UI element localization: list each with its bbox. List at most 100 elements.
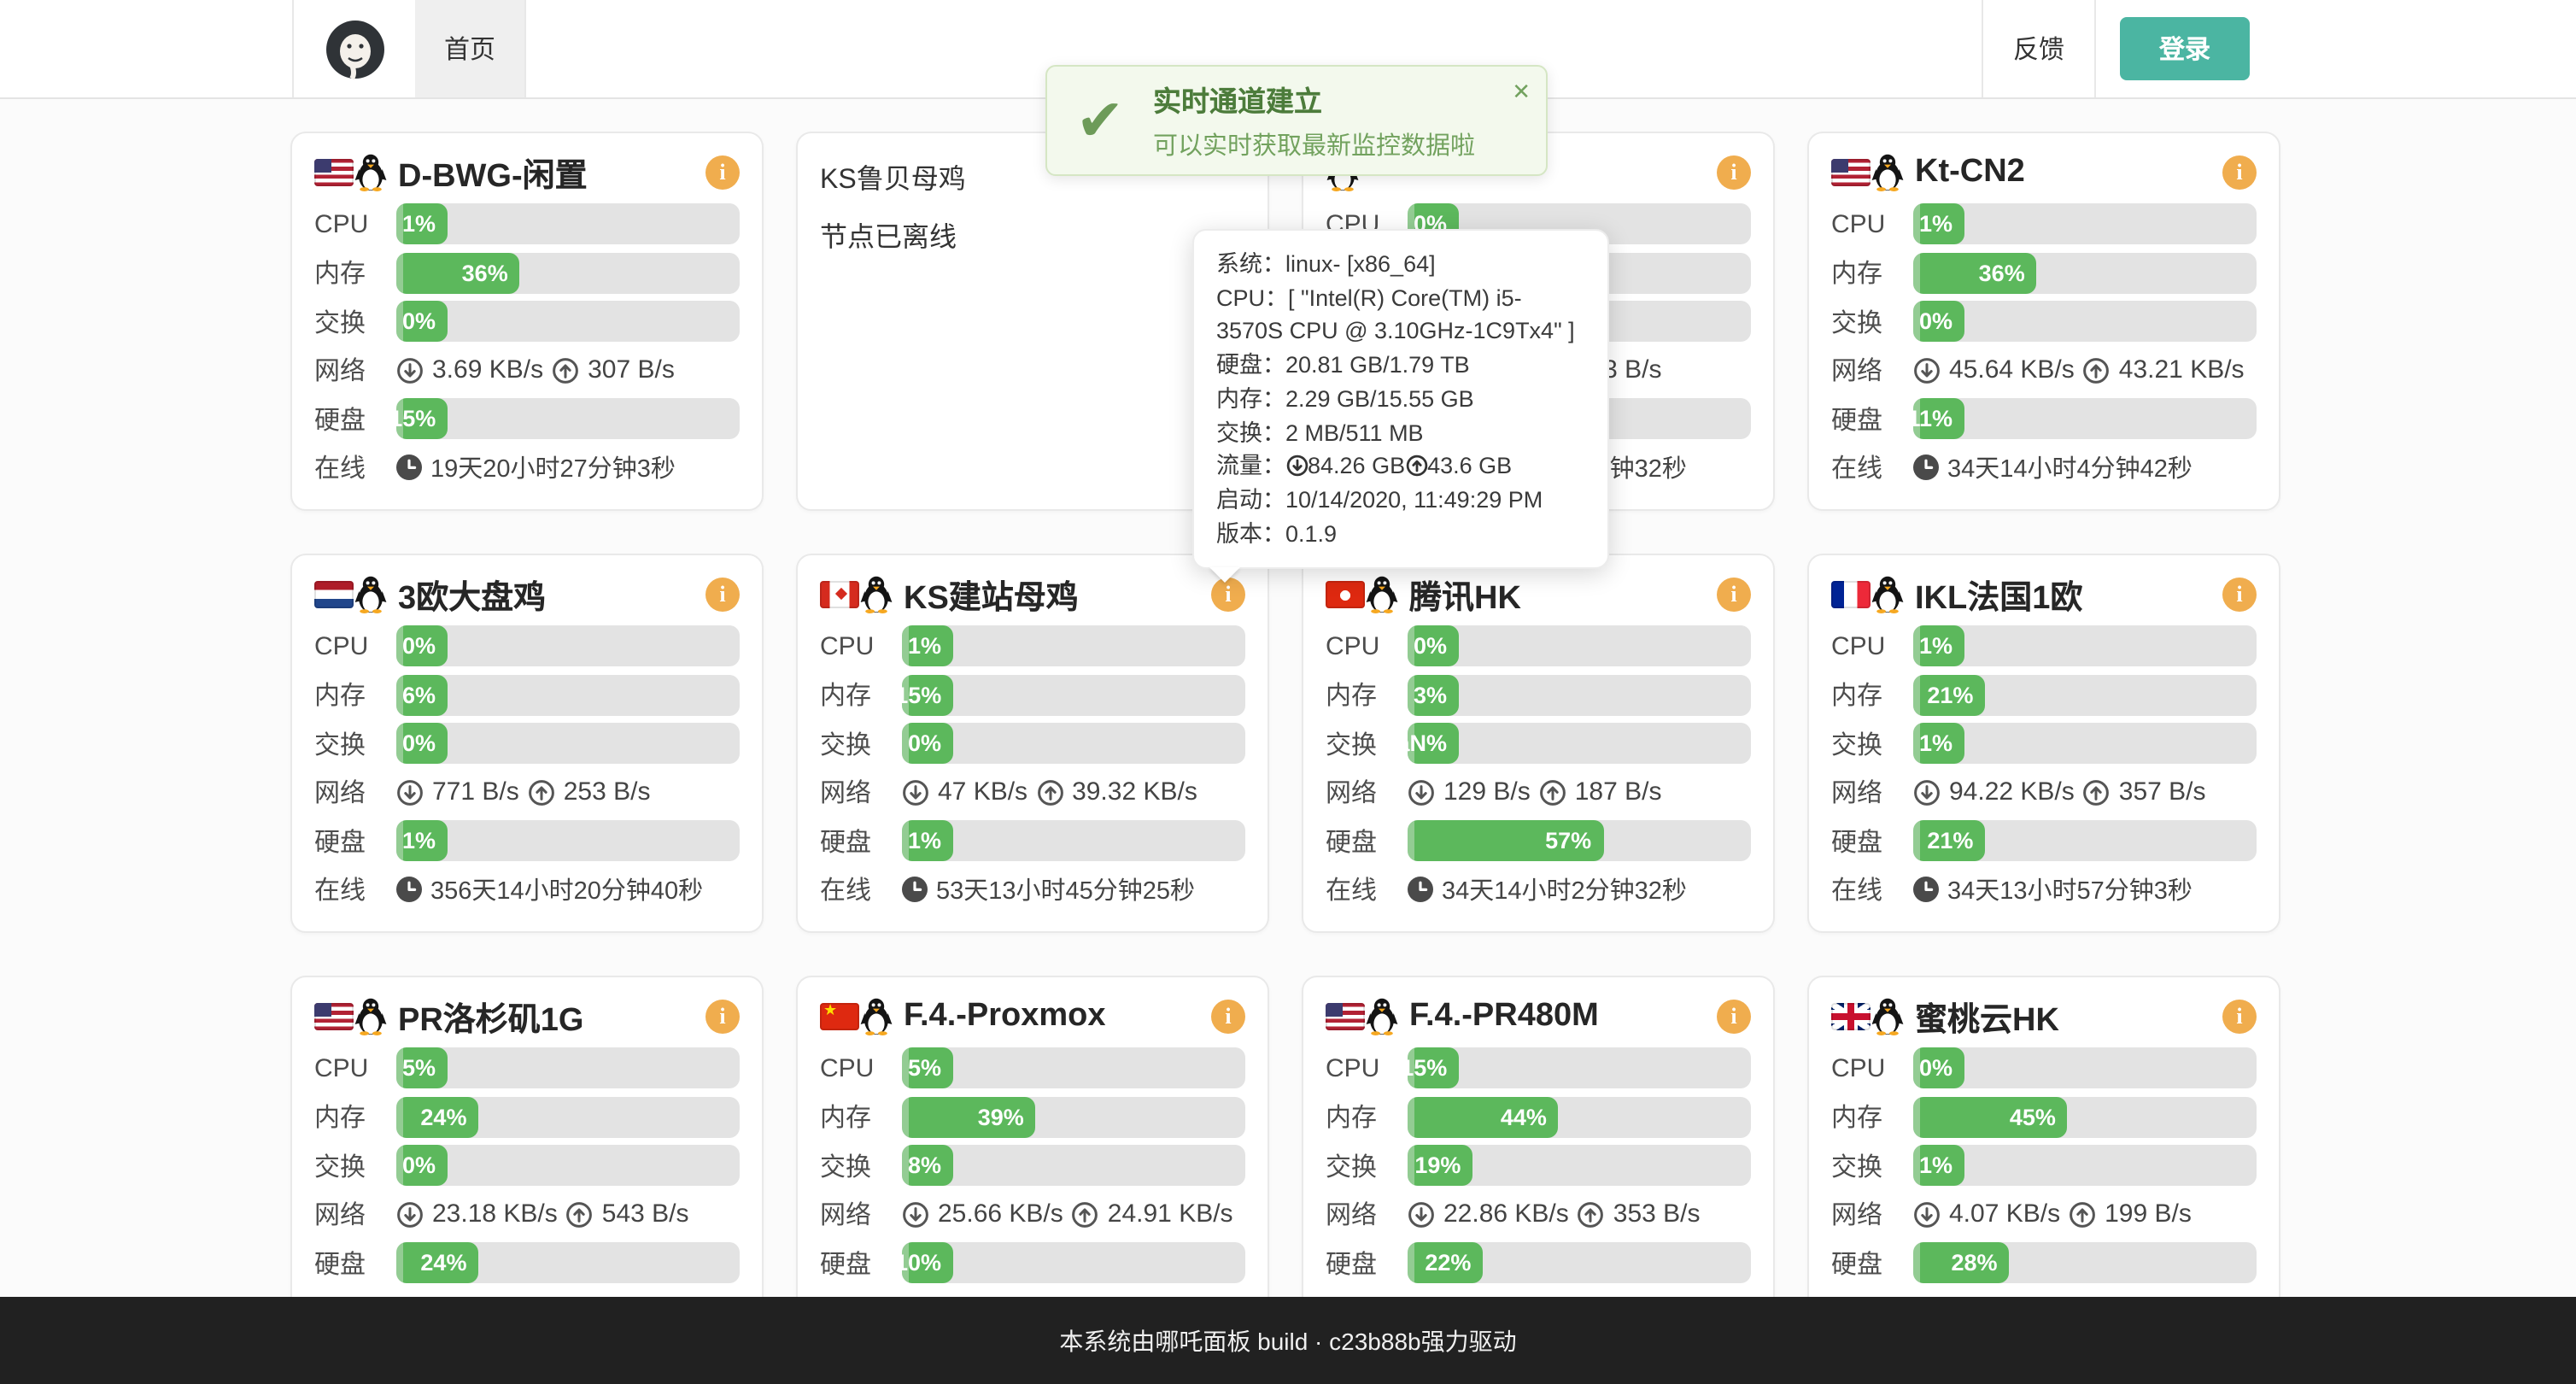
disk-bar: 21% — [1913, 820, 2257, 861]
cpu-label: CPU — [1326, 631, 1408, 660]
upload-arrow-icon — [1405, 454, 1427, 477]
swap-value: 1% — [1919, 1152, 1952, 1178]
disk-row: 硬盘 57% — [1326, 820, 1751, 861]
upload-arrow-icon — [528, 778, 555, 806]
info-icon[interactable]: i — [1717, 155, 1751, 190]
cpu-value: 1% — [908, 633, 941, 659]
card-stats: CPU 1% 内存 21% 交换 1% — [1831, 625, 2257, 910]
login-button[interactable]: 登录 — [2120, 17, 2250, 80]
tab-home[interactable]: 首页 — [415, 0, 526, 97]
network-label: 网络 — [1326, 774, 1408, 810]
swap-label: 交换 — [314, 1147, 396, 1183]
network-label: 网络 — [1831, 1196, 1913, 1232]
info-icon[interactable]: i — [1211, 1000, 1245, 1034]
upload-arrow-icon — [566, 1200, 594, 1228]
disk-label: 硬盘 — [1831, 401, 1913, 437]
upload-arrow-icon — [2083, 778, 2111, 806]
network-down-value: 4.07 KB/s — [1949, 1199, 2060, 1229]
server-name: F.4.-Proxmox — [904, 998, 1211, 1035]
footer-panel-link[interactable]: 哪吒面板 build · c23b88b — [1155, 1323, 1420, 1358]
info-icon[interactable]: i — [1717, 1000, 1751, 1034]
footer-prefix: 本系统由 — [1059, 1323, 1155, 1358]
swap-bar: 8% — [902, 1145, 1245, 1186]
cpu-row: CPU 5% — [820, 1047, 1245, 1088]
info-icon[interactable]: i — [2222, 155, 2257, 190]
disk-row: 硬盘 21% — [1831, 820, 2257, 861]
swap-label: 交换 — [314, 303, 396, 339]
cpu-label: CPU — [820, 631, 902, 660]
swap-bar: NaN% — [1408, 723, 1751, 764]
card-title-row: Kt-CN2 i — [1831, 150, 2257, 195]
disk-row: 硬盘 15% — [314, 398, 740, 439]
cpu-row: CPU 0% — [1831, 1047, 2257, 1088]
clock-icon — [1913, 454, 1939, 480]
clock-icon — [396, 454, 422, 480]
disk-bar: 28% — [1913, 1242, 2257, 1283]
disk-row: 硬盘 22% — [1326, 1242, 1751, 1283]
nav-feedback-label: 反馈 — [2013, 31, 2064, 67]
cpu-row: CPU 1% — [1831, 625, 2257, 666]
memory-bar: 3% — [1408, 674, 1751, 715]
memory-row: 内存 3% — [1326, 674, 1751, 715]
upload-arrow-icon — [1539, 778, 1566, 806]
toast-success: ✔ 实时通道建立 可以实时获取最新监控数据啦 ✕ — [1045, 65, 1548, 176]
memory-label: 内存 — [1326, 677, 1408, 713]
swap-row: 交换 1% — [1831, 723, 2257, 764]
disk-row: 硬盘 28% — [1831, 1242, 2257, 1283]
network-row: 网络 23.18 KB/s 543 B/s — [314, 1193, 740, 1234]
clock-icon — [396, 877, 422, 902]
info-icon[interactable]: i — [705, 155, 740, 190]
swap-bar: 0% — [396, 723, 740, 764]
swap-row: 交换 19% — [1326, 1145, 1751, 1186]
swap-row: 交换 0% — [820, 723, 1245, 764]
online-row: 在线 356天14小时20分钟40秒 — [314, 869, 740, 910]
cpu-row: CPU 0% — [314, 625, 740, 666]
cpu-row: CPU 1% — [1831, 203, 2257, 244]
network-up-value: 24.91 KB/s — [1108, 1199, 1233, 1229]
card-stats: CPU 5% 内存 24% 交换 0% — [314, 1047, 740, 1283]
disk-bar: 1% — [902, 820, 1245, 861]
card-stats: CPU 0% 内存 3% 交换 NaN% — [1326, 625, 1751, 910]
memory-bar: 24% — [396, 1096, 740, 1137]
swap-label: 交换 — [820, 1147, 902, 1183]
info-icon[interactable]: i — [2222, 1000, 2257, 1034]
memory-value: 21% — [1927, 682, 1973, 707]
memory-label: 内存 — [820, 1099, 902, 1135]
memory-value: 44% — [1501, 1104, 1547, 1129]
site-logo[interactable] — [292, 0, 417, 97]
network-down-value: 23.18 KB/s — [432, 1199, 558, 1229]
swap-bar: 0% — [396, 1145, 740, 1186]
tooltip-system-row: 系统：linux- [x86_64] — [1216, 248, 1585, 281]
info-icon[interactable]: i — [2222, 578, 2257, 612]
swap-value: 19% — [1414, 1152, 1461, 1178]
memory-bar: 21% — [1913, 674, 2257, 715]
disk-value: 24% — [420, 1250, 466, 1276]
footer-suffix: 强力驱动 — [1421, 1323, 1517, 1358]
tooltip-memory-row: 内存：2.29 GB/15.55 GB — [1216, 383, 1585, 416]
info-icon[interactable]: i — [705, 1000, 740, 1034]
disk-value: 11% — [1907, 406, 1952, 431]
download-arrow-icon — [1913, 1200, 1941, 1228]
linux-tux-icon — [1871, 998, 1905, 1035]
disk-value: 1% — [402, 828, 436, 853]
cpu-value: 5% — [402, 1055, 436, 1081]
cpu-value: 0% — [1414, 633, 1447, 659]
disk-value: 28% — [1951, 1250, 1997, 1276]
tooltip-swap-row: 交换：2 MB/511 MB — [1216, 416, 1585, 449]
nav-feedback[interactable]: 反馈 — [1982, 0, 2096, 97]
cpu-bar: 0% — [1913, 1047, 2257, 1088]
info-icon[interactable]: i — [1717, 578, 1751, 612]
download-arrow-icon — [396, 1200, 424, 1228]
cpu-bar: 1% — [902, 625, 1245, 666]
cpu-label: CPU — [820, 1053, 902, 1082]
close-icon[interactable]: ✕ — [1512, 79, 1531, 106]
memory-label: 内存 — [1831, 1099, 1913, 1135]
info-icon[interactable]: i — [705, 578, 740, 612]
cpu-label: CPU — [1326, 1053, 1408, 1082]
upload-arrow-icon — [1072, 1200, 1099, 1228]
cpu-bar: 5% — [396, 1047, 740, 1088]
avatar-logo-icon — [324, 18, 385, 79]
network-down-value: 771 B/s — [432, 777, 519, 806]
disk-value: 1% — [908, 828, 941, 853]
server-name: Kt-CN2 — [1915, 154, 2222, 191]
